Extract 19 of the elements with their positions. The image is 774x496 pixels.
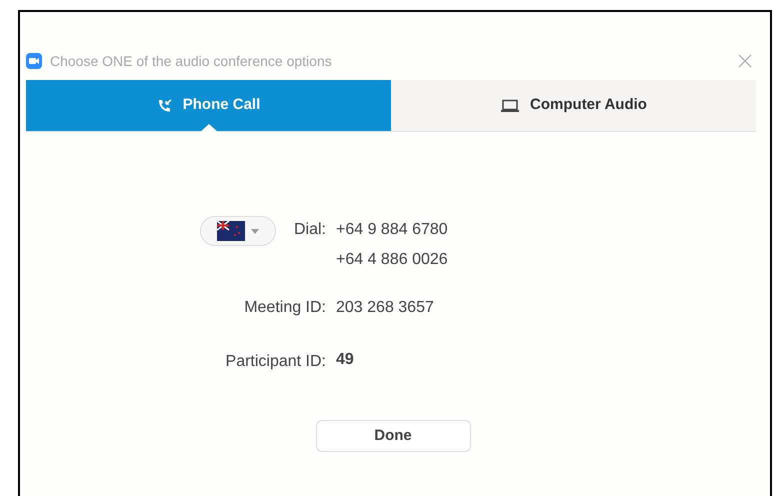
window-title: Choose ONE of the audio conference options — [50, 52, 332, 71]
close-icon — [738, 54, 752, 68]
participant-id-value: 49 — [336, 350, 355, 370]
participant-id-label: Participant ID: — [224, 352, 326, 372]
meeting-id-label: Meeting ID: — [243, 298, 326, 318]
caret-icon — [250, 228, 259, 234]
tab[interactable]: Computer Audio — [391, 80, 756, 131]
country-dropdown[interactable] — [200, 216, 276, 246]
laptop-icon — [500, 98, 520, 112]
tab[interactable]: Phone Call — [26, 80, 391, 131]
camera-app-icon — [26, 53, 42, 69]
phone-number: +64 4 886 0026 — [336, 250, 449, 270]
tab-pointer — [200, 124, 218, 132]
done-button[interactable]: Done — [316, 420, 470, 452]
dial-label: Dial: — [294, 220, 326, 240]
meeting-id-value: 203 268 3657 — [336, 298, 435, 318]
flag-icon — [216, 221, 245, 241]
phone-icon — [156, 98, 173, 112]
phone-number: +64 9 884 6780 — [336, 220, 449, 240]
